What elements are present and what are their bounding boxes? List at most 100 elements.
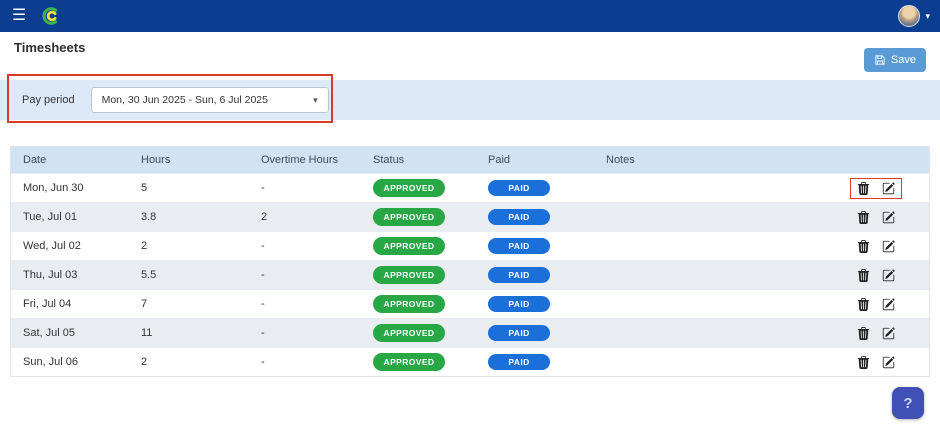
cell-date: Sun, Jul 06 (23, 356, 79, 368)
cell-status: APPROVED (373, 266, 488, 284)
table-row: Fri, Jul 04 7 - APPROVED PAID (11, 289, 929, 318)
cell-overtime-hours: - (261, 327, 265, 339)
cell-paid: PAID (488, 180, 606, 196)
trash-icon (857, 297, 869, 311)
row-actions (851, 353, 901, 372)
row-actions (851, 266, 901, 285)
status-badge: APPROVED (373, 208, 445, 226)
cell-date: Sat, Jul 05 (23, 327, 75, 339)
paid-badge: PAID (488, 354, 550, 370)
edit-button[interactable] (882, 355, 895, 369)
user-menu-button[interactable]: ▾ (898, 5, 930, 27)
paid-badge: PAID (488, 209, 550, 225)
cell-status: APPROVED (373, 179, 488, 197)
cell-overtime-hours: - (261, 298, 265, 310)
delete-button[interactable] (857, 297, 870, 311)
edit-button[interactable] (882, 326, 895, 340)
table-body: Mon, Jun 30 5 - APPROVED PAID Tue, Jul 01 3.8 2… (11, 173, 929, 376)
chevron-down-icon: ▾ (925, 10, 930, 21)
avatar (898, 5, 921, 27)
trash-icon (857, 210, 869, 224)
row-actions (851, 237, 901, 256)
paid-badge: PAID (488, 267, 550, 283)
cell-date: Fri, Jul 04 (23, 298, 72, 310)
col-status: Status (373, 154, 405, 166)
trash-icon (857, 268, 869, 282)
cell-overtime-hours: - (261, 356, 265, 368)
table-row: Tue, Jul 01 3.8 2 APPROVED PAID (11, 202, 929, 231)
cell-status: APPROVED (373, 324, 488, 342)
save-button-label: Save (890, 54, 916, 66)
hamburger-menu-icon[interactable]: ☰ (10, 6, 28, 26)
chevron-down-icon: ▾ (313, 94, 318, 105)
col-overtime-hours: Overtime Hours (261, 154, 339, 166)
paid-badge: PAID (488, 296, 550, 312)
col-hours: Hours (141, 154, 171, 166)
row-actions (851, 324, 901, 343)
status-badge: APPROVED (373, 324, 445, 342)
delete-button[interactable] (857, 239, 870, 253)
cell-overtime-hours: - (261, 240, 265, 252)
edit-icon (882, 181, 895, 194)
cell-hours: 3.8 (141, 211, 157, 223)
cell-overtime-hours: - (261, 269, 265, 281)
edit-button[interactable] (882, 297, 895, 311)
cell-hours: 11 (141, 327, 153, 339)
edit-icon (882, 355, 895, 368)
cell-status: APPROVED (373, 295, 488, 313)
edit-icon (882, 239, 895, 252)
trash-icon (857, 181, 869, 195)
status-badge: APPROVED (373, 353, 445, 371)
cell-paid: PAID (488, 325, 606, 341)
row-actions (851, 208, 901, 227)
cell-paid: PAID (488, 354, 606, 370)
table-row: Sat, Jul 05 11 - APPROVED PAID (11, 318, 929, 347)
col-paid: Paid (488, 154, 511, 166)
delete-button[interactable] (857, 355, 870, 369)
pay-period-band: Pay period Mon, 30 Jun 2025 - Sun, 6 Jul… (0, 80, 940, 120)
cell-hours: 5 (141, 182, 148, 194)
table-row: Sun, Jul 06 2 - APPROVED PAID (11, 347, 929, 376)
pay-period-select[interactable]: Mon, 30 Jun 2025 - Sun, 6 Jul 2025 ▾ (90, 87, 329, 113)
edit-icon (882, 297, 895, 310)
status-badge: APPROVED (373, 295, 445, 313)
edit-icon (882, 326, 895, 339)
cell-status: APPROVED (373, 353, 488, 371)
brand-logo[interactable] (40, 5, 62, 27)
delete-button[interactable] (857, 210, 870, 224)
status-badge: APPROVED (373, 237, 445, 255)
trash-icon (857, 326, 869, 340)
cell-date: Wed, Jul 02 (23, 240, 81, 252)
edit-button[interactable] (882, 268, 895, 282)
row-actions-annotated (849, 177, 902, 199)
delete-button[interactable] (857, 268, 870, 282)
status-badge: APPROVED (373, 179, 445, 197)
cell-status: APPROVED (373, 208, 488, 226)
top-navbar: ☰ ▾ (0, 0, 940, 32)
timesheet-table: Date Hours Overtime Hours Status Paid No… (10, 146, 930, 377)
table-row: Thu, Jul 03 5.5 - APPROVED PAID (11, 260, 929, 289)
cell-overtime-hours: - (261, 182, 265, 194)
cell-hours: 5.5 (141, 269, 157, 281)
help-button[interactable]: ? (892, 387, 924, 419)
col-notes: Notes (606, 154, 635, 166)
edit-icon (882, 268, 895, 281)
edit-button[interactable] (882, 181, 895, 195)
save-button[interactable]: Save (863, 48, 926, 72)
table-row: Mon, Jun 30 5 - APPROVED PAID (11, 173, 929, 202)
cell-paid: PAID (488, 267, 606, 283)
edit-button[interactable] (882, 239, 895, 253)
cell-date: Mon, Jun 30 (23, 182, 84, 194)
delete-button[interactable] (857, 326, 870, 340)
cell-paid: PAID (488, 296, 606, 312)
edit-button[interactable] (882, 210, 895, 224)
cell-status: APPROVED (373, 237, 488, 255)
page-title: Timesheets (14, 40, 86, 55)
delete-button[interactable] (857, 181, 870, 195)
cell-date: Tue, Jul 01 (23, 211, 78, 223)
table-row: Wed, Jul 02 2 - APPROVED PAID (11, 231, 929, 260)
cell-date: Thu, Jul 03 (23, 269, 78, 281)
pay-period-label: Pay period (22, 94, 75, 106)
table-header: Date Hours Overtime Hours Status Paid No… (11, 147, 929, 173)
cell-hours: 2 (141, 240, 148, 252)
